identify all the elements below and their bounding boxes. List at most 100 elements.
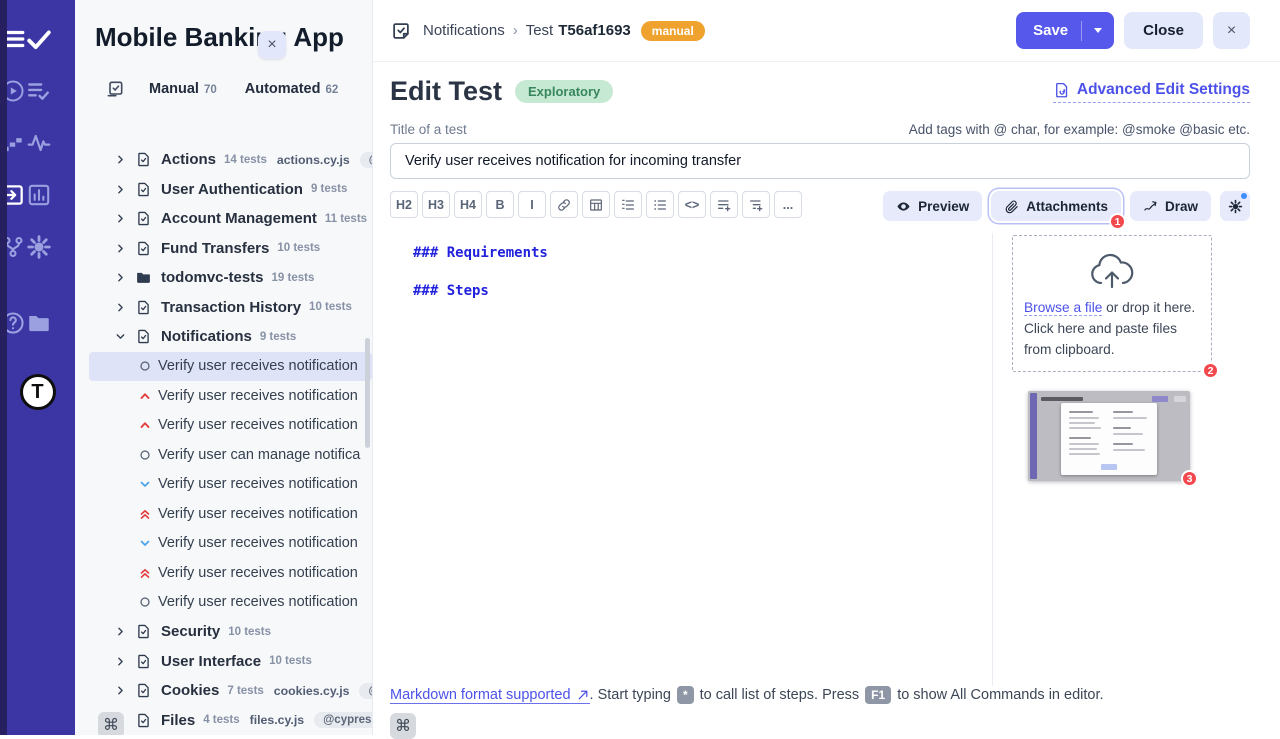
close-button[interactable]: Close bbox=[1124, 12, 1203, 49]
tree-suite-item[interactable]: Files4 testsfiles.cy.js@cypress bbox=[89, 706, 372, 736]
editor-settings-button[interactable] bbox=[1220, 191, 1250, 221]
list-check-icon[interactable] bbox=[26, 78, 52, 104]
check-icon[interactable] bbox=[26, 26, 52, 52]
chevron-right-icon[interactable] bbox=[115, 213, 126, 224]
testomat-logo: T bbox=[20, 374, 56, 410]
test-type-badge: Exploratory bbox=[515, 80, 613, 103]
pen-icon bbox=[1143, 199, 1158, 214]
chevron-right-icon[interactable] bbox=[115, 685, 126, 696]
suite-tree: Actions14 testsactions.cy.js@cyUser Auth… bbox=[75, 145, 372, 735]
tree-suite-item[interactable]: Fund Transfers10 tests bbox=[89, 234, 372, 264]
draw-button[interactable]: Draw bbox=[1130, 191, 1211, 221]
tree-test-item[interactable]: Verify user receives notification bbox=[89, 411, 372, 441]
tree-suite-item[interactable]: Notifications9 tests bbox=[89, 322, 372, 352]
circle-icon bbox=[138, 595, 152, 609]
doc-gear-icon bbox=[1053, 81, 1071, 99]
chevron-down-icon[interactable] bbox=[115, 331, 126, 342]
chevron-right-icon[interactable] bbox=[115, 626, 126, 637]
tree-test-item[interactable]: Verify user receives notification bbox=[89, 470, 372, 500]
format-b-button[interactable]: B bbox=[486, 191, 514, 218]
bullet-list-button[interactable] bbox=[646, 191, 674, 218]
tree-scrollbar[interactable] bbox=[365, 338, 370, 448]
chevron-right-icon[interactable] bbox=[115, 184, 126, 195]
list-add-button[interactable] bbox=[710, 191, 738, 218]
ordered-list-button[interactable] bbox=[614, 191, 642, 218]
suite-label: Actions bbox=[161, 151, 216, 168]
tree-test-item[interactable]: Verify user receives notification bbox=[89, 558, 372, 588]
edit-test-form: Edit Test Exploratory Advanced Edit Sett… bbox=[373, 62, 1280, 735]
attachments-button[interactable]: Attachments 1 bbox=[991, 191, 1121, 221]
format-h3-button[interactable]: H3 bbox=[422, 191, 450, 218]
command-key-badge: ⌘ bbox=[390, 713, 416, 739]
chevron-right-icon[interactable] bbox=[115, 656, 126, 667]
cloud-upload-icon bbox=[1088, 251, 1136, 291]
advanced-edit-settings-link[interactable]: Advanced Edit Settings bbox=[1053, 81, 1250, 103]
caret-up-icon bbox=[138, 418, 152, 432]
save-dropdown-caret[interactable] bbox=[1081, 21, 1114, 41]
gear-icon bbox=[1228, 199, 1243, 214]
indent-add-button[interactable] bbox=[742, 191, 770, 218]
test-title-input[interactable] bbox=[390, 143, 1250, 179]
breadcrumb-section[interactable]: Notifications bbox=[423, 22, 505, 39]
dropzone-count-badge: 2 bbox=[1202, 362, 1219, 379]
save-button[interactable]: Save bbox=[1016, 12, 1114, 49]
suite-test-count: 10 tests bbox=[309, 301, 352, 313]
double-caret-up-icon bbox=[138, 507, 152, 521]
format-i-button[interactable]: I bbox=[518, 191, 546, 218]
attachment-thumbnail[interactable]: 3 bbox=[1028, 391, 1190, 481]
format-h2-button[interactable]: H2 bbox=[390, 191, 418, 218]
tree-test-item[interactable]: Verify user receives notification bbox=[89, 352, 372, 382]
suite-label: todomvc-tests bbox=[161, 269, 264, 286]
panel-close-button[interactable]: × bbox=[258, 31, 286, 59]
browse-file-link[interactable]: Browse a file bbox=[1024, 300, 1102, 316]
breadcrumb-separator: › bbox=[513, 22, 518, 39]
tree-suite-item[interactable]: Transaction History10 tests bbox=[89, 293, 372, 323]
suite-tag-badge: @cy bbox=[359, 683, 372, 699]
manual-badge: manual bbox=[641, 21, 705, 41]
tree-test-item[interactable]: Verify user receives notification bbox=[89, 588, 372, 618]
tree-suite-item[interactable]: User Authentication9 tests bbox=[89, 175, 372, 205]
table-button[interactable] bbox=[582, 191, 610, 218]
external-link-icon bbox=[576, 688, 590, 702]
file-dropzone[interactable]: Browse a file or drop it here. Click her… bbox=[1012, 235, 1212, 372]
dismiss-button[interactable]: × bbox=[1213, 12, 1250, 49]
suite-label: Security bbox=[161, 623, 220, 640]
format--button[interactable]: <> bbox=[678, 191, 706, 218]
tree-suite-item[interactable]: todomvc-tests 19 tests bbox=[89, 263, 372, 293]
tab-automated[interactable]: Automated 62 bbox=[245, 81, 339, 97]
tree-test-item[interactable]: Verify user receives notification bbox=[89, 529, 372, 559]
tree-suite-item[interactable]: Cookies7 testscookies.cy.js@cy bbox=[89, 676, 372, 706]
gear-icon[interactable] bbox=[26, 234, 52, 260]
editor-line: ### Requirements bbox=[413, 243, 992, 263]
chevron-right-icon[interactable] bbox=[115, 302, 126, 313]
thumbnail-modal-art bbox=[1061, 403, 1157, 475]
tree-suite-item[interactable]: Actions14 testsactions.cy.js@cy bbox=[89, 145, 372, 175]
attachments-panel: Browse a file or drop it here. Click her… bbox=[992, 233, 1250, 686]
tree-suite-item[interactable]: User Interface10 tests bbox=[89, 647, 372, 677]
suite-label: User Interface bbox=[161, 653, 261, 670]
chevron-right-icon[interactable] bbox=[115, 272, 126, 283]
doc-check-icon bbox=[135, 240, 152, 257]
tab-manual[interactable]: Manual 70 bbox=[149, 81, 217, 97]
chart-icon[interactable] bbox=[26, 182, 52, 208]
link-button[interactable] bbox=[550, 191, 578, 218]
markdown-editor[interactable]: ### Requirements ### Steps bbox=[390, 233, 992, 686]
format-h4-button[interactable]: H4 bbox=[454, 191, 482, 218]
activity-icon[interactable] bbox=[26, 130, 52, 156]
tree-test-item[interactable]: Verify user receives notification bbox=[89, 381, 372, 411]
tree-suite-item[interactable]: Account Management11 tests bbox=[89, 204, 372, 234]
suite-test-count: 19 tests bbox=[272, 272, 315, 284]
doc-check-icon bbox=[135, 181, 152, 198]
suite-label: Account Management bbox=[161, 210, 317, 227]
tree-suite-item[interactable]: Security10 tests bbox=[89, 617, 372, 647]
preview-button[interactable]: Preview bbox=[883, 191, 982, 221]
breadcrumb-test-prefix: Test bbox=[526, 22, 554, 39]
tree-test-item[interactable]: Verify user receives notification bbox=[89, 499, 372, 529]
tree-test-item[interactable]: Verify user can manage notifica bbox=[89, 440, 372, 470]
table-icon bbox=[588, 197, 604, 213]
chevron-right-icon[interactable] bbox=[115, 154, 126, 165]
markdown-supported-link[interactable]: Markdown format supported bbox=[390, 687, 590, 704]
chevron-right-icon[interactable] bbox=[115, 243, 126, 254]
format--button[interactable]: ... bbox=[774, 191, 802, 218]
folder-icon[interactable] bbox=[26, 310, 52, 336]
